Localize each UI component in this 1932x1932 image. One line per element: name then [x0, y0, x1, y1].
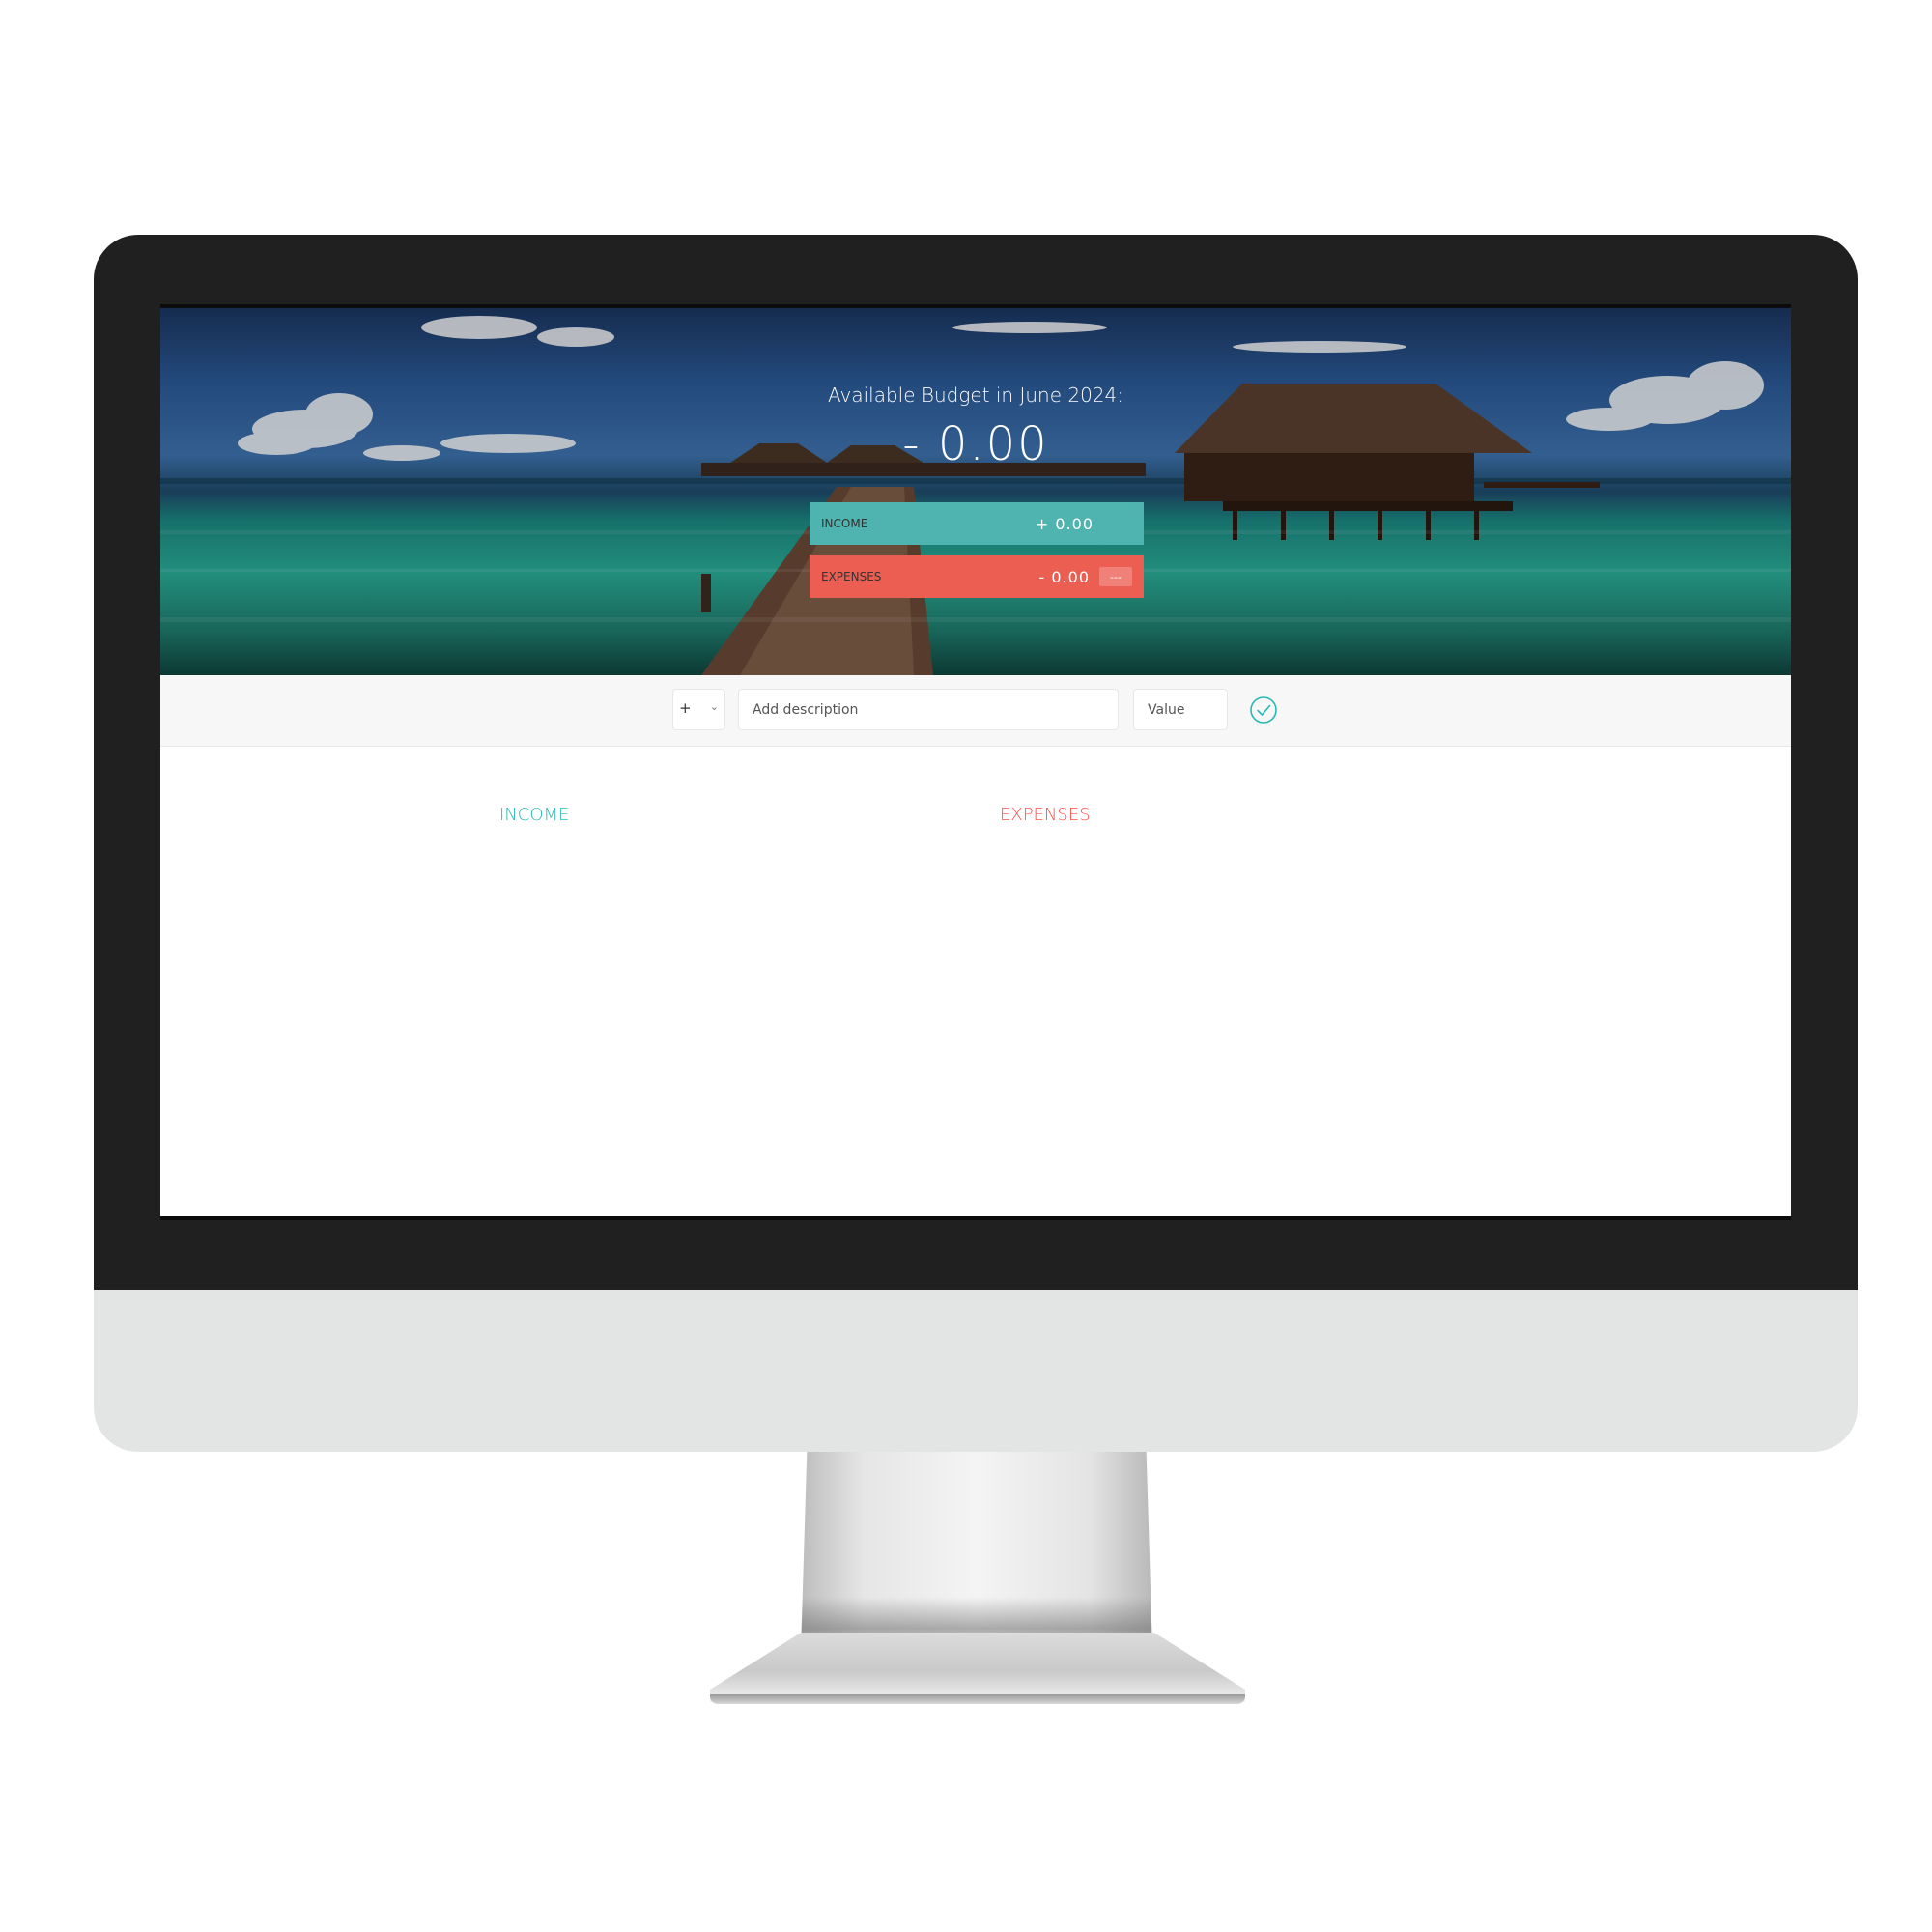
add-description-input[interactable]: Add description — [738, 689, 1119, 730]
income-summary-label: INCOME — [821, 517, 868, 530]
add-type-select[interactable]: + ⌄ — [672, 689, 725, 730]
monitor-stand-edge — [710, 1694, 1245, 1704]
expenses-summary-value: - 0.00 — [1038, 567, 1090, 586]
budget-value: - 0.00 — [902, 417, 1049, 471]
add-value-input[interactable]: Value — [1133, 689, 1228, 730]
monitor-chin — [94, 1290, 1858, 1452]
add-item-bar: + ⌄ Add description Value — [160, 675, 1791, 747]
budget-title: Available Budget in June 2024: — [828, 384, 1123, 407]
hero-overlay — [160, 308, 1791, 675]
expenses-percentage-badge: --- — [1099, 567, 1132, 586]
add-type-value: + — [679, 699, 692, 717]
header-hero: Available Budget in June 2024: - 0.00 IN… — [160, 308, 1791, 675]
checkmark-circle-icon[interactable] — [1249, 696, 1278, 724]
expenses-summary-label: EXPENSES — [821, 570, 882, 583]
monitor-stand-base — [710, 1633, 1245, 1702]
expenses-list-title: EXPENSES — [1000, 805, 1091, 825]
app-screen: Available Budget in June 2024: - 0.00 IN… — [160, 304, 1791, 1220]
income-summary-value: + 0.00 — [1035, 514, 1094, 533]
expenses-summary: EXPENSES - 0.00 --- — [810, 555, 1144, 598]
income-list-title: INCOME — [499, 805, 570, 825]
chevron-down-icon: ⌄ — [709, 700, 719, 713]
income-summary: INCOME + 0.00 — [810, 502, 1144, 545]
